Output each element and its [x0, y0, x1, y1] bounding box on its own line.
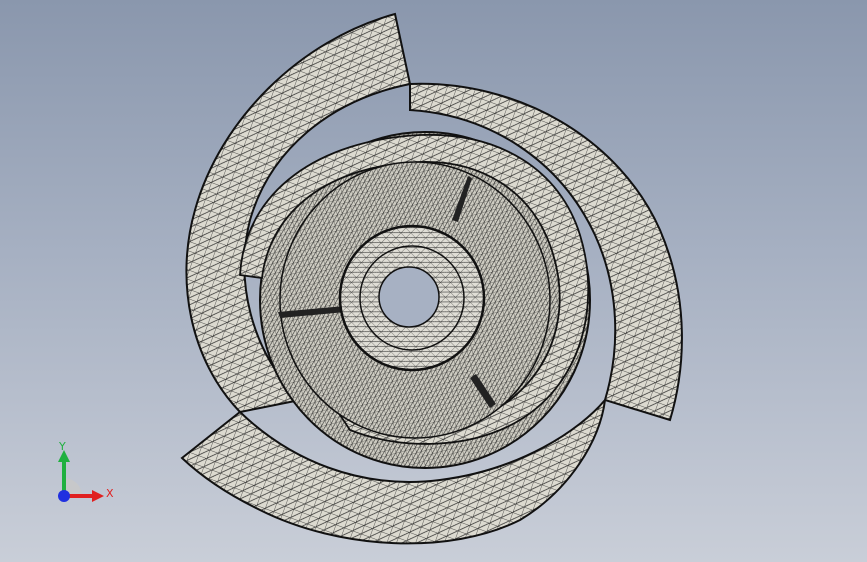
reference-triad: Y X	[58, 440, 114, 502]
y-axis-label: Y	[58, 440, 66, 453]
x-axis-label: X	[106, 487, 114, 500]
graphics-viewport[interactable]: Y X	[0, 0, 867, 562]
meshed-impeller-model[interactable]	[0, 0, 867, 562]
hub-bore	[378, 266, 440, 328]
z-axis-dot-icon	[58, 490, 70, 502]
x-axis-arrow-icon	[92, 490, 104, 502]
